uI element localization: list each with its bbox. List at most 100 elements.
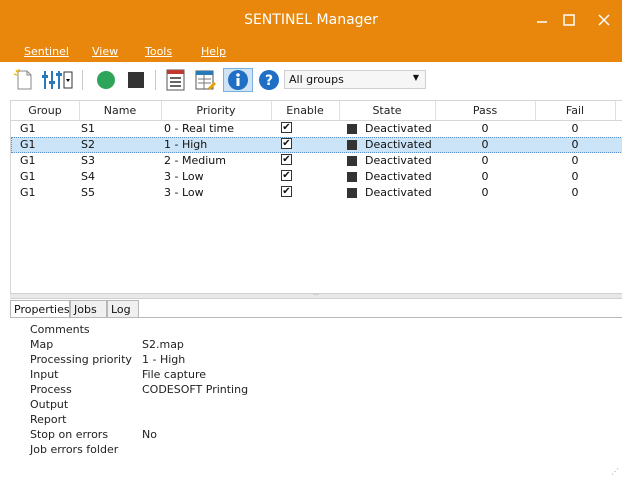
- tab-properties[interactable]: Properties: [10, 300, 70, 318]
- close-icon: [598, 14, 610, 26]
- property-label: Output: [30, 398, 69, 411]
- column-header-priority[interactable]: Priority: [161, 104, 271, 117]
- property-value: File capture: [142, 368, 207, 381]
- cell-priority: 2 - Medium: [164, 154, 226, 167]
- column-divider: [615, 101, 616, 120]
- help-button[interactable]: ?: [257, 68, 281, 92]
- info-button[interactable]: [223, 68, 253, 92]
- cell-state: Deactivated: [365, 138, 432, 151]
- tab-log[interactable]: Log: [107, 300, 139, 318]
- cell-group: G1: [20, 154, 36, 167]
- property-label: Processing priority: [30, 353, 132, 366]
- group-settings-button[interactable]: [40, 68, 74, 92]
- cell-group: G1: [20, 122, 36, 135]
- table-header: Group Name Priority Enable State Pass Fa…: [11, 101, 622, 121]
- cell-group: G1: [20, 170, 36, 183]
- enable-checkbox[interactable]: ✔: [281, 154, 292, 165]
- enable-checkbox[interactable]: ✔: [281, 170, 292, 181]
- sliders-icon: [42, 71, 73, 89]
- group-filter-select[interactable]: All groups ▼: [284, 70, 426, 89]
- cell-priority: 0 - Real time: [164, 122, 235, 135]
- column-header-enable[interactable]: Enable: [271, 104, 339, 117]
- cell-priority: 3 - Low: [164, 186, 204, 199]
- enable-checkbox[interactable]: ✔: [281, 138, 292, 149]
- pane-splitter[interactable]: ···: [10, 293, 622, 299]
- cell-state: Deactivated: [365, 186, 432, 199]
- title-bar: SENTINEL Manager: [0, 0, 622, 42]
- cell-group: G1: [20, 138, 36, 151]
- state-square-icon: [347, 156, 357, 166]
- new-sentinel-button[interactable]: [12, 68, 36, 92]
- column-header-name[interactable]: Name: [79, 104, 161, 117]
- column-header-state[interactable]: State: [339, 104, 435, 117]
- column-header-group[interactable]: Group: [11, 104, 79, 117]
- new-document-icon: [13, 69, 32, 90]
- info-icon: [228, 70, 248, 90]
- property-label: Report: [30, 413, 67, 426]
- property-label: Input: [30, 368, 59, 381]
- cell-fail: 0: [571, 122, 579, 135]
- property-label: Process: [30, 383, 72, 396]
- cell-state: Deactivated: [365, 170, 432, 183]
- enable-checkbox[interactable]: ✔: [281, 186, 292, 197]
- minimize-icon: [537, 21, 547, 23]
- table-row[interactable]: G1 S5 3 - Low ✔ Deactivated 0 0: [11, 185, 622, 201]
- property-label: Map: [30, 338, 54, 351]
- table-row[interactable]: G1 S4 3 - Low ✔ Deactivated 0 0: [11, 169, 622, 185]
- log-list-button[interactable]: [164, 68, 188, 92]
- minimize-button[interactable]: [528, 8, 556, 32]
- tab-jobs[interactable]: Jobs: [70, 300, 107, 318]
- property-label: Comments: [30, 323, 90, 336]
- close-button[interactable]: [590, 8, 618, 32]
- property-label: Job errors folder: [30, 443, 119, 456]
- cell-fail: 0: [571, 154, 579, 167]
- cell-name: S4: [81, 170, 95, 183]
- menu-tools[interactable]: Tools: [145, 45, 172, 58]
- cell-state: Deactivated: [365, 122, 432, 135]
- cell-name: S2: [81, 138, 95, 151]
- cell-fail: 0: [571, 170, 579, 183]
- state-square-icon: [347, 124, 357, 134]
- menu-sentinel[interactable]: Sentinel: [24, 45, 69, 58]
- resize-grip-icon[interactable]: ⋰: [611, 467, 619, 476]
- table-row[interactable]: G1 S1 0 - Real time ✔ Deactivated 0 0: [11, 121, 622, 137]
- properties-panel: Comments Map S2.map Processing priority 1 - …: [10, 317, 622, 480]
- property-label: Stop on errors: [30, 428, 109, 441]
- property-value: S2.map: [142, 338, 184, 351]
- cell-name: S3: [81, 154, 95, 167]
- property-value: CODESOFT Printing: [142, 383, 249, 396]
- chevron-down-icon: ▼: [412, 73, 419, 82]
- state-square-icon: [347, 140, 357, 150]
- table-row[interactable]: G1 S3 2 - Medium ✔ Deactivated 0 0: [11, 153, 622, 169]
- state-square-icon: [347, 172, 357, 182]
- svg-text:?: ?: [265, 73, 273, 89]
- toolbar-separator: [82, 70, 83, 90]
- stop-button[interactable]: [124, 68, 148, 92]
- cell-fail: 0: [571, 186, 579, 199]
- cell-group: G1: [20, 186, 36, 199]
- cell-priority: 1 - High: [164, 138, 208, 151]
- column-header-fail[interactable]: Fail: [535, 104, 615, 117]
- menu-help[interactable]: Help: [201, 45, 226, 58]
- cell-pass: 0: [481, 122, 489, 135]
- stop-icon: [128, 72, 144, 88]
- maximize-icon: [563, 14, 575, 26]
- cell-pass: 0: [481, 186, 489, 199]
- table-row[interactable]: G1 S2 1 - High ✔ Deactivated 0 0: [11, 137, 622, 153]
- property-value: 1 - High: [142, 353, 186, 366]
- help-icon: ?: [259, 70, 279, 90]
- list-icon: [166, 69, 185, 91]
- start-icon: [97, 71, 115, 89]
- cell-pass: 0: [481, 138, 489, 151]
- cell-name: S5: [81, 186, 95, 199]
- maximize-button[interactable]: [555, 8, 583, 32]
- start-button[interactable]: [94, 68, 118, 92]
- edit-log-button[interactable]: [194, 68, 218, 92]
- column-header-pass[interactable]: Pass: [435, 104, 535, 117]
- toolbar-separator: [155, 70, 156, 90]
- sentinel-table: Group Name Priority Enable State Pass Fa…: [10, 100, 622, 294]
- menu-view[interactable]: View: [92, 45, 118, 58]
- state-square-icon: [347, 188, 357, 198]
- cell-pass: 0: [481, 170, 489, 183]
- enable-checkbox[interactable]: ✔: [281, 122, 292, 133]
